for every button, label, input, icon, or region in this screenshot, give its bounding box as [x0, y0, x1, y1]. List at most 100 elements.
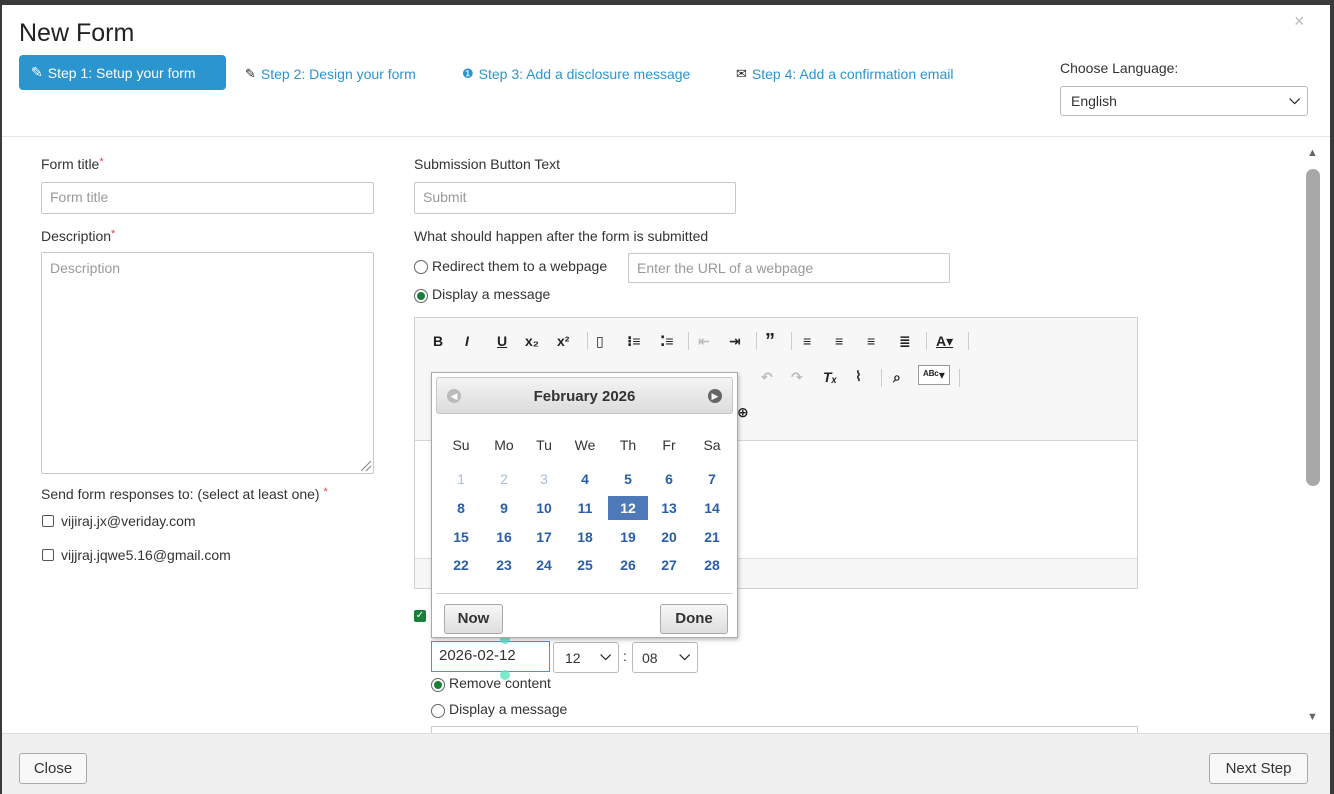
calendar-day[interactable]: 19: [608, 525, 648, 549]
tab-step-4[interactable]: ✉ Step 4: Add a confirmation email: [736, 66, 953, 82]
superscript-icon[interactable]: x²: [557, 333, 569, 349]
close-button[interactable]: Close: [19, 753, 87, 784]
recipient-checkbox-2[interactable]: [42, 549, 54, 561]
scroll-down-icon[interactable]: ▼: [1307, 711, 1318, 723]
calendar-day[interactable]: 7: [692, 467, 732, 491]
calendar-day[interactable]: 13: [649, 496, 689, 520]
next-month-icon[interactable]: ▶: [708, 389, 722, 403]
outdent-icon[interactable]: ⇤: [698, 333, 710, 350]
next-step-button[interactable]: Next Step: [1209, 753, 1308, 784]
description-label: Description*: [41, 228, 116, 244]
hour-select[interactable]: 12 ⌵: [553, 642, 619, 673]
justify-icon[interactable]: ≣: [899, 333, 911, 350]
tab-step-1-label: Step 1: Setup your form: [47, 64, 196, 81]
submit-text-label: Submission Button Text: [414, 156, 561, 172]
calendar-day[interactable]: 12: [608, 496, 648, 520]
url-input[interactable]: Enter the URL of a webpage: [628, 253, 950, 283]
info-icon: ❶: [462, 66, 474, 81]
calendar-day[interactable]: 6: [649, 467, 689, 491]
paintbrush-icon[interactable]: ⌇: [855, 368, 862, 385]
calendar-day[interactable]: 11: [565, 496, 605, 520]
calendar-day[interactable]: 18: [565, 525, 605, 549]
calendar-day[interactable]: 3: [524, 467, 564, 491]
header-divider: [2, 136, 1330, 137]
calendar-day[interactable]: 1: [441, 467, 481, 491]
toolbar-divider: [926, 332, 927, 350]
toolbar-divider: [968, 332, 969, 350]
weekday-header: Sa: [703, 437, 721, 453]
calendar-day[interactable]: 16: [484, 525, 524, 549]
italic-icon[interactable]: I: [465, 333, 469, 349]
calendar-day[interactable]: 26: [608, 553, 648, 577]
calendar-day[interactable]: 2: [484, 467, 524, 491]
calendar-day[interactable]: 5: [608, 467, 648, 491]
pencil-icon: ✎: [245, 66, 256, 81]
numbered-list-icon[interactable]: ⁝≡: [627, 333, 641, 350]
align-right-icon[interactable]: ≡: [867, 333, 875, 349]
calendar-day[interactable]: 21: [692, 525, 732, 549]
calendar-day[interactable]: 14: [692, 496, 732, 520]
scroll-up-icon[interactable]: ▲: [1307, 147, 1318, 159]
special-char-icon[interactable]: ⊕: [737, 404, 749, 421]
remove-format-icon[interactable]: Tₓ: [823, 369, 837, 385]
underline-icon[interactable]: U: [497, 333, 507, 349]
calendar-day[interactable]: 23: [484, 553, 524, 577]
calendar-day[interactable]: 25: [565, 553, 605, 577]
envelope-icon: ✉: [736, 66, 747, 81]
toolbar-divider: [959, 369, 960, 387]
minute-select[interactable]: 08 ⌵: [632, 642, 698, 673]
calendar-day[interactable]: 4: [565, 467, 605, 491]
calendar-day[interactable]: 27: [649, 553, 689, 577]
calendar-day[interactable]: 24: [524, 553, 564, 577]
calendar-day[interactable]: 10: [524, 496, 564, 520]
tab-step-3[interactable]: ❶ Step 3: Add a disclosure message: [462, 66, 690, 82]
calendar-day[interactable]: 15: [441, 525, 481, 549]
language-value: English: [1071, 93, 1117, 109]
undo-icon[interactable]: ↶: [761, 369, 773, 386]
expiry-date-input[interactable]: 2026-02-12: [431, 641, 550, 672]
tab-step-2[interactable]: ✎ Step 2: Design your form: [245, 66, 416, 82]
form-title-input[interactable]: Form title: [41, 182, 374, 214]
redo-icon[interactable]: ↷: [791, 369, 803, 386]
calendar-day[interactable]: 22: [441, 553, 481, 577]
indent-icon[interactable]: ⇥: [729, 333, 741, 350]
subscript-icon[interactable]: x₂: [525, 333, 539, 349]
weekday-header: Su: [452, 437, 470, 453]
done-button[interactable]: Done: [660, 604, 728, 634]
align-center-icon[interactable]: ≡: [835, 333, 843, 349]
calendar-day[interactable]: 17: [524, 525, 564, 549]
language-select[interactable]: English ⌵: [1060, 86, 1308, 116]
recipient-email-1: vijiraj.jx@veriday.com: [61, 513, 196, 529]
recipient-checkbox-1[interactable]: [42, 515, 54, 527]
paste-text-icon[interactable]: ▯: [596, 333, 604, 350]
expire-checkbox[interactable]: ✓: [414, 610, 426, 622]
expiry-display-message-radio[interactable]: [431, 704, 445, 718]
now-button[interactable]: Now: [444, 604, 503, 634]
close-icon[interactable]: ×: [1294, 11, 1305, 32]
spellcheck-icon[interactable]: ᴬᴮᶜ▾: [918, 365, 950, 385]
tab-step-1[interactable]: ✎ Step 1: Setup your form: [19, 55, 226, 90]
text-color-icon[interactable]: A▾: [936, 333, 953, 350]
search-icon[interactable]: ⌕: [893, 369, 901, 386]
expiry-display-message-label: Display a message: [449, 701, 568, 717]
weekday-header: Fr: [662, 437, 676, 453]
calendar-day[interactable]: 8: [441, 496, 481, 520]
toolbar-divider: [587, 332, 588, 350]
remove-content-radio[interactable]: [431, 678, 445, 692]
calendar-day[interactable]: 9: [484, 496, 524, 520]
minute-value: 08: [642, 649, 658, 666]
calendar-day[interactable]: 28: [692, 553, 732, 577]
bulleted-list-icon[interactable]: ⁚≡: [660, 333, 674, 350]
display-message-radio[interactable]: [414, 289, 428, 303]
calendar-day[interactable]: 20: [649, 525, 689, 549]
weekday-header: We: [574, 437, 596, 453]
align-left-icon[interactable]: ≡: [803, 333, 811, 349]
resize-handle-icon[interactable]: [361, 461, 371, 471]
blockquote-icon[interactable]: ”: [765, 330, 775, 353]
scrollbar-thumb[interactable]: [1306, 169, 1320, 486]
redirect-radio[interactable]: [414, 260, 428, 274]
bold-icon[interactable]: B: [433, 333, 443, 349]
description-textarea[interactable]: Description: [41, 252, 374, 474]
submit-text-input[interactable]: Submit: [414, 182, 736, 214]
chevron-down-icon: ⌵: [600, 647, 611, 663]
